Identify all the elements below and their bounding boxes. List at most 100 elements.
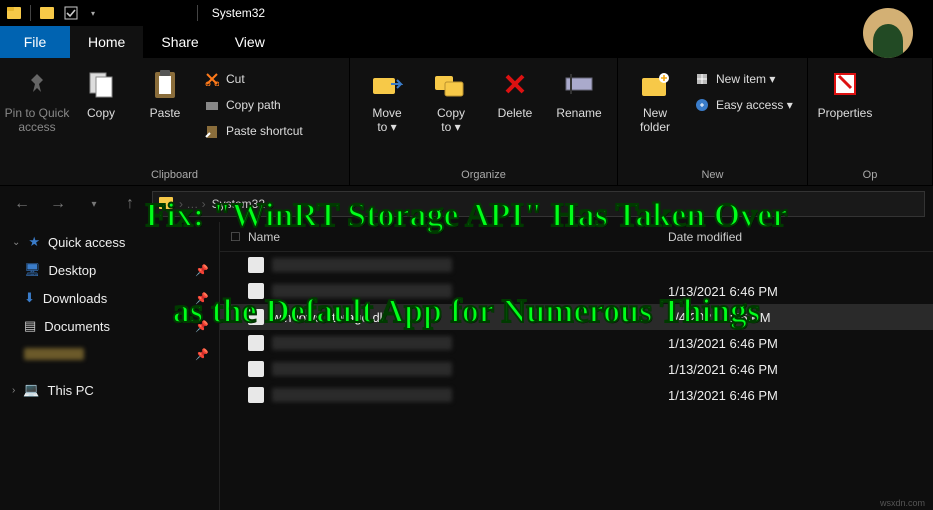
folder-icon [159, 197, 173, 212]
pin-icon: 📌 [195, 264, 209, 277]
pin-icon: 📌 [195, 348, 209, 361]
column-headers: ☐Name Date modified [220, 222, 933, 252]
blurred-label [24, 348, 84, 360]
pin-icon [19, 66, 55, 102]
file-row[interactable]: 1/13/2021 6:46 PM [220, 382, 933, 408]
new-folder-button[interactable]: New folder [626, 64, 684, 134]
folder-icon [39, 5, 55, 21]
organize-group-label: Organize [350, 167, 617, 185]
download-icon: ⬇ [24, 290, 35, 306]
copy-icon [83, 66, 119, 102]
desktop-icon: 🖥 [24, 262, 41, 278]
scissors-icon [204, 71, 220, 87]
checkbox-icon[interactable] [63, 5, 79, 21]
qat-dropdown[interactable]: ▾ [87, 9, 99, 18]
file-icon [248, 361, 264, 377]
file-row[interactable]: 1/13/2021 6:46 PM [220, 330, 933, 356]
sidebar-documents[interactable]: ▤ Documents📌 [0, 312, 219, 340]
file-list: ☐Name Date modified 1/13/2021 6:46 PM win… [220, 222, 933, 510]
pin-icon: 📌 [195, 292, 209, 305]
easy-access-icon [694, 97, 710, 113]
file-date: 1/13/2021 6:46 PM [660, 388, 778, 403]
ribbon-tabs: File Home Share View [0, 26, 933, 58]
cut-button[interactable]: Cut [200, 68, 307, 90]
delete-button[interactable]: Delete [486, 64, 544, 120]
column-date[interactable]: Date modified [660, 230, 742, 244]
new-group-label: New [618, 167, 807, 185]
sidebar-downloads[interactable]: ⬇ Downloads📌 [0, 284, 219, 312]
new-folder-icon [637, 66, 673, 102]
file-icon [248, 309, 264, 325]
titlebar: ▾ System32 [0, 0, 933, 26]
sidebar-blurred[interactable]: 📌 [0, 340, 219, 368]
up-button[interactable]: ↑ [116, 190, 144, 218]
star-icon: ★ [28, 234, 40, 250]
history-button[interactable]: ▾ [80, 190, 108, 218]
separator [197, 5, 198, 21]
pin-icon: 📌 [195, 320, 209, 333]
paste-icon [147, 66, 183, 102]
file-name: windows.storage.dll [272, 310, 385, 325]
pin-quick-access-button[interactable]: Pin to Quick access [8, 64, 66, 134]
file-row[interactable]: windows.storage.dll 8/4/2021 6:06 PM [220, 304, 933, 330]
address-bar[interactable]: › … › System32 [152, 191, 925, 217]
copy-path-button[interactable]: Copy path [200, 94, 307, 116]
folder-icon [6, 5, 22, 21]
easy-access-button[interactable]: Easy access ▾ [690, 94, 797, 116]
file-icon [248, 387, 264, 403]
file-date: 1/13/2021 6:46 PM [660, 336, 778, 351]
navigation-pane: ⌄ ★ Quick access 🖥 Desktop📌 ⬇ Downloads📌… [0, 222, 220, 510]
home-tab[interactable]: Home [70, 26, 143, 58]
file-date: 1/13/2021 6:46 PM [660, 284, 778, 299]
rename-button[interactable]: Rename [550, 64, 608, 120]
clipboard-group-label: Clipboard [0, 167, 349, 185]
view-tab[interactable]: View [217, 26, 283, 58]
paste-shortcut-button[interactable]: Paste shortcut [200, 120, 307, 142]
file-date: 1/13/2021 6:46 PM [660, 362, 778, 377]
paste-button[interactable]: Paste [136, 64, 194, 120]
window-title: System32 [212, 6, 265, 20]
open-group-label: Op [808, 167, 932, 185]
copy-button[interactable]: Copy [72, 64, 130, 120]
sidebar-desktop[interactable]: 🖥 Desktop📌 [0, 256, 219, 284]
documents-icon: ▤ [24, 318, 36, 334]
blurred-filename [272, 336, 452, 350]
move-icon [369, 66, 405, 102]
forward-button[interactable]: → [44, 190, 72, 218]
paste-shortcut-icon [204, 123, 220, 139]
pc-icon: 💻 [23, 382, 39, 398]
blurred-filename [272, 362, 452, 376]
sidebar-quick-access[interactable]: ⌄ ★ Quick access [0, 228, 219, 256]
copy-path-icon [204, 97, 220, 113]
file-icon [248, 335, 264, 351]
file-icon [248, 283, 264, 299]
address-segment[interactable]: System32 [212, 197, 265, 211]
file-date: 8/4/2021 6:06 PM [660, 310, 771, 325]
copy-to-button[interactable]: Copy to ▾ [422, 64, 480, 134]
blurred-filename [272, 284, 452, 298]
copy-to-icon [433, 66, 469, 102]
file-row[interactable] [220, 252, 933, 278]
new-item-button[interactable]: New item ▾ [690, 68, 797, 90]
file-row[interactable]: 1/13/2021 6:46 PM [220, 278, 933, 304]
move-to-button[interactable]: Move to ▾ [358, 64, 416, 134]
sidebar-this-pc[interactable]: › 💻 This PC [0, 376, 219, 404]
column-name[interactable]: ☐Name [220, 230, 660, 244]
separator [30, 5, 31, 21]
chevron-down-icon: ⌄ [12, 237, 20, 248]
delete-icon [497, 66, 533, 102]
properties-button[interactable]: Properties [816, 64, 874, 120]
file-tab[interactable]: File [0, 26, 70, 58]
chevron-right-icon: › [12, 385, 15, 396]
file-row[interactable]: 1/13/2021 6:46 PM [220, 356, 933, 382]
new-item-icon [694, 71, 710, 87]
rename-icon [561, 66, 597, 102]
properties-icon [827, 66, 863, 102]
share-tab[interactable]: Share [143, 26, 216, 58]
file-icon [248, 257, 264, 273]
blurred-filename [272, 258, 452, 272]
ribbon: Pin to Quick access Copy Paste Cut Copy … [0, 58, 933, 186]
back-button[interactable]: ← [8, 190, 36, 218]
address-row: ← → ▾ ↑ › … › System32 [0, 186, 933, 222]
blurred-filename [272, 388, 452, 402]
